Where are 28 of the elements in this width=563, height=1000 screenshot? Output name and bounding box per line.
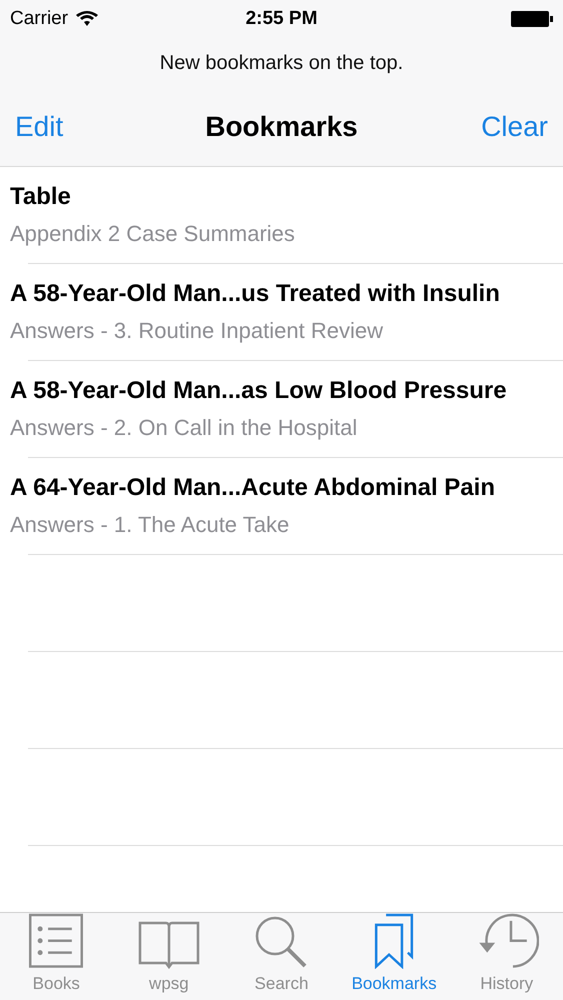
bookmark-row[interactable]: A 64-Year-Old Man...Acute Abdominal Pain Answers - 1. The Acute Take xyxy=(0,458,563,555)
bookmarks-icon xyxy=(374,913,414,968)
bookmark-row[interactable]: A 58-Year-Old Man...as Low Blood Pressure Answers - 2. On Call in the Hospital xyxy=(0,361,563,458)
bookmark-title: A 58-Year-Old Man...us Treated with Insulin xyxy=(10,278,501,308)
nav-title: Bookmarks xyxy=(205,110,358,144)
bookmark-row[interactable]: A 58-Year-Old Man...us Treated with Insulin Answers - 3. Routine Inpatient Review xyxy=(0,264,563,361)
bookmark-title: A 58-Year-Old Man...as Low Blood Pressure xyxy=(10,376,508,406)
tab[interactable]: Bookmarks xyxy=(338,913,450,1000)
header-note: New bookmarks on the top. xyxy=(160,51,404,76)
tab[interactable]: wpsg xyxy=(112,913,226,1000)
bookmark-row[interactable]: Table Appendix 2 Case Summaries xyxy=(0,167,563,264)
carrier-label: Carrier xyxy=(10,6,68,31)
bookmark-subtitle: Appendix 2 Case Summaries xyxy=(10,220,296,248)
tab[interactable]: History xyxy=(450,913,563,1000)
bookmark-title: A 64-Year-Old Man...Acute Abdominal Pain xyxy=(10,472,496,502)
bookmark-subtitle: Answers - 1. The Acute Take xyxy=(10,510,290,538)
clock: 2:55 PM xyxy=(246,6,318,31)
battery-icon xyxy=(511,11,553,27)
list-icon xyxy=(28,913,84,968)
edit-button[interactable]: Edit xyxy=(15,106,64,148)
bookmark-title: Table xyxy=(10,182,72,212)
bookmark-subtitle: Answers - 2. On Call in the Hospital xyxy=(10,414,358,442)
clear-button[interactable]: Clear xyxy=(481,106,548,148)
search-icon xyxy=(254,914,308,968)
bookmark-subtitle: Answers - 3. Routine Inpatient Review xyxy=(10,316,384,345)
tab[interactable]: Books xyxy=(0,913,113,1000)
wifi-icon xyxy=(76,11,98,27)
tab[interactable]: Search xyxy=(225,913,338,1000)
